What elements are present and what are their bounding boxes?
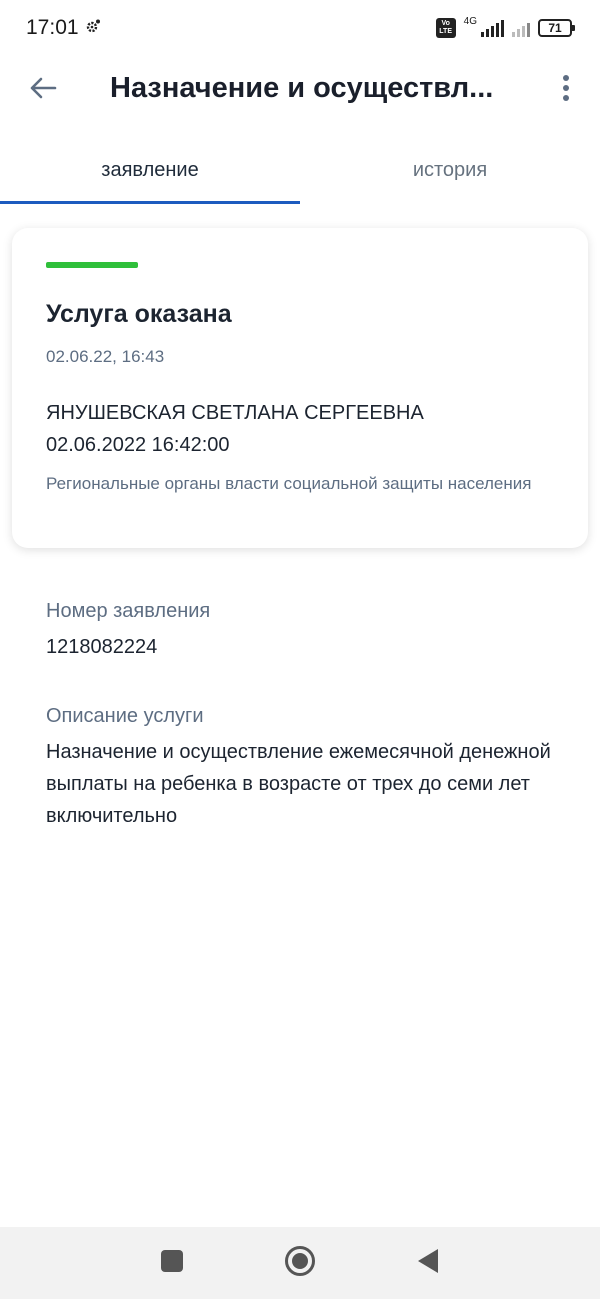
status-indicator (46, 262, 138, 268)
square-icon (161, 1249, 183, 1272)
service-description-field: Описание услуги Назначение и осуществлен… (46, 705, 566, 832)
tab-bar: заявление история (0, 136, 600, 204)
person-name: ЯНУШЕВСКАЯ СВЕТЛАНА СЕРГЕЕВНА (46, 402, 424, 424)
tab-history[interactable]: история (300, 136, 600, 204)
page-title: Назначение и осуществл... (110, 71, 494, 104)
tab-application[interactable]: заявление (0, 136, 300, 204)
status-bar: 17:01 Vo LTE 4G 71 (0, 0, 600, 56)
status-card: Услуга оказана 02.06.22, 16:43 ЯНУШЕВСКА… (12, 228, 588, 548)
more-options-button[interactable] (532, 56, 600, 120)
circle-icon (285, 1245, 315, 1276)
status-time: 17:01 (26, 16, 79, 39)
home-button[interactable] (284, 1245, 316, 1282)
volte-icon: Vo LTE (435, 18, 456, 38)
status-date: 02.06.22, 16:43 (46, 347, 165, 366)
screen: 17:01 Vo LTE 4G 71 Назначение и осуществ… (0, 0, 600, 1299)
application-number-field: Номер заявления 1218082224 (46, 600, 566, 663)
status-person: ЯНУШЕВСКАЯ СВЕТЛАНА СЕРГЕЕВНА 02.06.2022… (46, 397, 554, 461)
more-vertical-icon (563, 75, 569, 101)
signal-icon (481, 19, 504, 37)
signal-secondary-icon (512, 19, 530, 37)
app-bar: Назначение и осуществл... (0, 56, 600, 120)
person-datetime: 02.06.2022 16:42:00 (46, 434, 230, 456)
nav-back-button[interactable] (416, 1248, 440, 1279)
service-description-label: Описание услуги (46, 705, 204, 727)
service-description-value: Назначение и осуществление ежемесячной д… (46, 741, 551, 827)
status-organization: Региональные органы власти социальной за… (46, 474, 532, 493)
back-button[interactable] (0, 56, 86, 120)
application-number-label: Номер заявления (46, 600, 211, 622)
settings-gear-icon (85, 16, 101, 40)
application-number-value: 1218082224 (46, 636, 158, 658)
status-left: 17:01 (26, 16, 101, 40)
status-title: Услуга оказана (46, 300, 232, 328)
battery-level: 71 (548, 21, 562, 35)
recents-button[interactable] (160, 1249, 184, 1278)
system-nav-bar (0, 1227, 600, 1299)
network-type: 4G (463, 15, 477, 27)
status-right: Vo LTE 4G 71 (435, 15, 575, 38)
triangle-back-icon (418, 1248, 438, 1273)
arrow-left-icon (30, 77, 57, 99)
battery-icon: 71 (538, 19, 575, 37)
